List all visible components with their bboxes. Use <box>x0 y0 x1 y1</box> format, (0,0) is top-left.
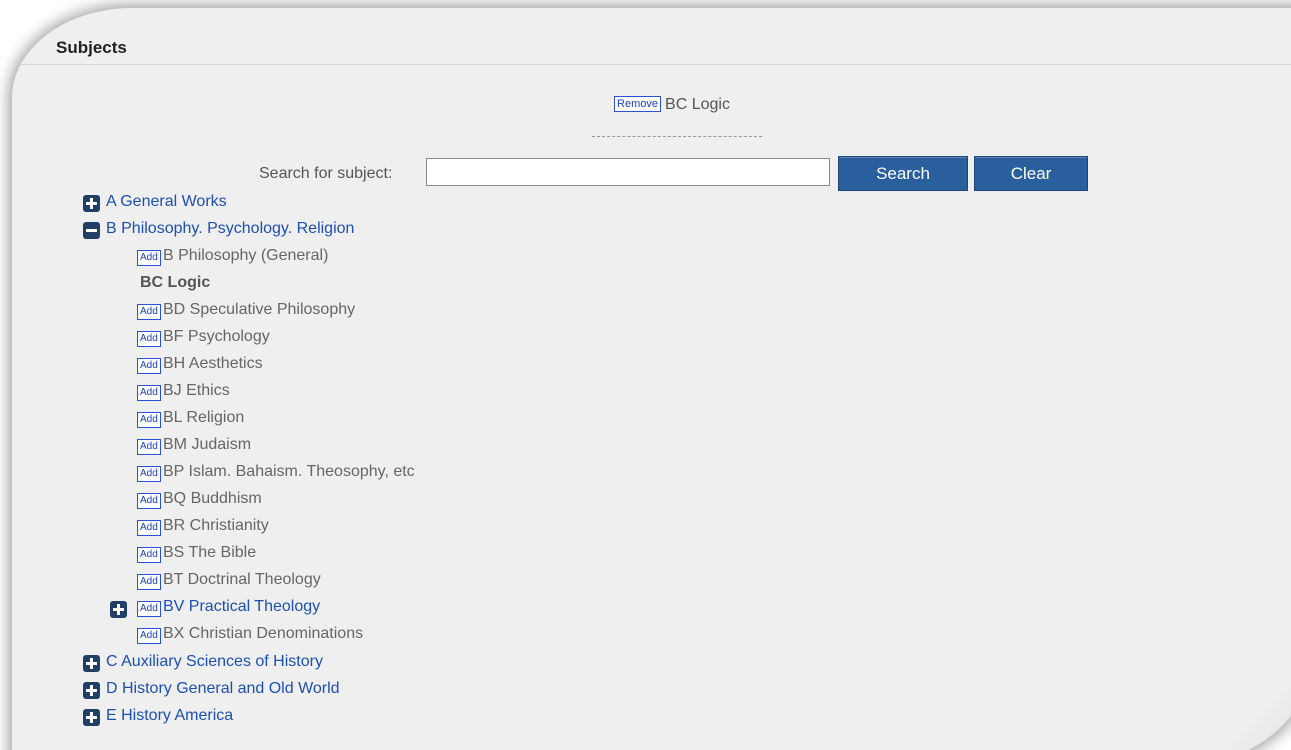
tree-child-bc-selected: BC Logic <box>140 274 211 291</box>
tree-item-d[interactable]: D History General and Old World <box>106 680 340 698</box>
selected-subject-label: BC Logic <box>665 96 730 113</box>
add-button[interactable]: Add <box>137 547 161 563</box>
tree-item-a[interactable]: A General Works <box>106 193 227 211</box>
panel-header: Subjects <box>12 8 1291 65</box>
tree-child-bq: BQ Buddhism <box>163 490 262 507</box>
tree-child-bs: BS The Bible <box>163 544 257 561</box>
add-button[interactable]: Add <box>137 601 161 617</box>
add-button[interactable]: Add <box>137 304 161 320</box>
add-button[interactable]: Add <box>137 466 161 482</box>
selected-subject-row: Remove BC Logic <box>12 96 1291 114</box>
panel-title: Subjects <box>56 38 127 57</box>
tree-child-bx: BX Christian Denominations <box>163 625 364 642</box>
tree-child-bf: BF Psychology <box>163 328 270 345</box>
tree-child-bp: BP Islam. Bahaism. Theosophy, etc <box>163 463 415 480</box>
expand-icon[interactable] <box>83 709 100 726</box>
add-button[interactable]: Add <box>137 358 161 374</box>
expand-icon[interactable] <box>83 195 100 212</box>
tree-child-br: BR Christianity <box>163 517 269 534</box>
add-button[interactable]: Add <box>137 439 161 455</box>
tree-child-bh: BH Aesthetics <box>163 355 263 372</box>
tree-child-bv[interactable]: BV Practical Theology <box>163 598 320 616</box>
add-button[interactable]: Add <box>137 574 161 590</box>
collapse-icon[interactable] <box>83 222 100 239</box>
search-button[interactable]: Search <box>838 156 968 191</box>
add-button[interactable]: Add <box>137 520 161 536</box>
tree-child-b: B Philosophy (General) <box>163 247 329 264</box>
tree-child-bt: BT Doctrinal Theology <box>163 571 321 588</box>
tree-item-c[interactable]: C Auxiliary Sciences of History <box>106 653 323 671</box>
page-frame: Subjects Remove BC Logic Search for subje… <box>0 0 1291 750</box>
add-button[interactable]: Add <box>137 412 161 428</box>
search-label: Search for subject: <box>259 165 393 182</box>
divider <box>592 136 762 137</box>
tree-child-bj: BJ Ethics <box>163 382 230 399</box>
subjects-panel: Subjects Remove BC Logic Search for subje… <box>12 8 1291 750</box>
add-button[interactable]: Add <box>137 250 161 266</box>
expand-icon[interactable] <box>110 601 127 618</box>
tree-item-e[interactable]: E History America <box>106 707 233 725</box>
search-input[interactable] <box>426 158 830 186</box>
tree-child-bl: BL Religion <box>163 409 245 426</box>
add-button[interactable]: Add <box>137 385 161 401</box>
tree-child-bd: BD Speculative Philosophy <box>163 301 356 318</box>
tree-item-b[interactable]: B Philosophy. Psychology. Religion <box>106 220 354 238</box>
add-button[interactable]: Add <box>137 331 161 347</box>
expand-icon[interactable] <box>83 682 100 699</box>
clear-button[interactable]: Clear <box>974 156 1088 191</box>
remove-button[interactable]: Remove <box>614 96 662 112</box>
page-curl-shade <box>1192 648 1291 750</box>
expand-icon[interactable] <box>83 655 100 672</box>
add-button[interactable]: Add <box>137 628 161 644</box>
tree-child-bm: BM Judaism <box>163 436 252 453</box>
add-button[interactable]: Add <box>137 493 161 509</box>
